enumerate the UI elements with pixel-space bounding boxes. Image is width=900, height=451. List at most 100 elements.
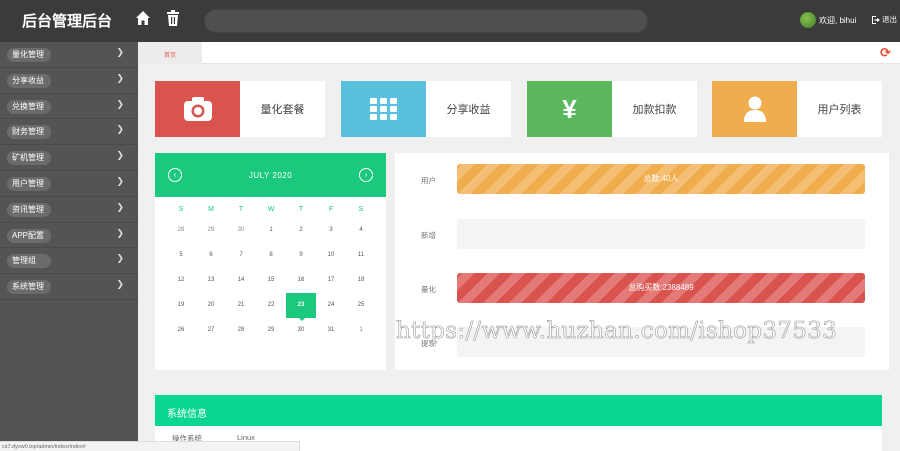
calendar-day[interactable]: 1: [256, 218, 286, 243]
sidebar-item-label: 量化管理: [7, 48, 51, 62]
calendar-day[interactable]: 6: [196, 243, 226, 268]
calendar-day[interactable]: 30: [286, 318, 316, 343]
next-month-button[interactable]: ›: [359, 168, 373, 182]
prev-month-button[interactable]: ‹: [168, 168, 182, 182]
sidebar-item-users[interactable]: 用户管理 ❯: [0, 171, 138, 197]
calendar-grid: S M T W T F S 28 29 30 1 2 3 4 5 6 7 8 9 10 11 12 13 14 15 16 17 18…: [166, 201, 386, 343]
chevron-right-icon: ❯: [116, 253, 124, 264]
calendar-day[interactable]: 28: [166, 218, 196, 243]
calendar-day[interactable]: 21: [226, 293, 256, 318]
calendar-day[interactable]: 30: [226, 218, 256, 243]
calendar-day[interactable]: 1: [346, 318, 376, 343]
yen-icon: ¥: [527, 81, 612, 137]
calendar-day[interactable]: 19: [166, 293, 196, 318]
home-icon[interactable]: [134, 10, 152, 28]
calendar-day[interactable]: 29: [256, 318, 286, 343]
sidebar-item-label: 用户管理: [7, 176, 51, 191]
card-add-deduct[interactable]: ¥ 加款扣款: [527, 81, 697, 137]
chevron-right-icon: ❯: [116, 150, 124, 161]
sidebar-item-share-income[interactable]: 分享收益 ❯: [0, 68, 138, 94]
sidebar-item-system[interactable]: 系统管理 ❯: [0, 274, 138, 300]
status-url: cs7.dyxw0.top/admin/index/index#: [0, 441, 300, 451]
calendar-day[interactable]: 25: [346, 293, 376, 318]
calendar-day[interactable]: 29: [196, 218, 226, 243]
calendar-day[interactable]: 17: [316, 268, 346, 293]
sidebar-item-label: 系统管理: [7, 280, 51, 295]
calendar-day[interactable]: 8: [256, 243, 286, 268]
bar-fill: 总购买数:2388489: [457, 273, 865, 303]
camera-icon: [155, 81, 240, 137]
calendar-day[interactable]: 9: [286, 243, 316, 268]
grid-icon: [341, 81, 426, 137]
calendar-day[interactable]: 12: [166, 268, 196, 293]
top-header: 后台管理后台 欢迎, bihui 退出: [0, 0, 900, 42]
avatar: [800, 12, 816, 28]
sidebar-item-miner[interactable]: 矿机管理 ❯: [0, 145, 138, 171]
calendar-day[interactable]: 18: [346, 268, 376, 293]
chevron-right-icon: ❯: [116, 72, 124, 83]
calendar-day[interactable]: 7: [226, 243, 256, 268]
sidebar-item-admin-group[interactable]: 管理组 ❯: [0, 248, 138, 275]
sidebar-item-news[interactable]: 资讯管理 ❯: [0, 197, 138, 223]
card-quant-package[interactable]: 量化套餐: [155, 81, 325, 137]
calendar-day[interactable]: 27: [196, 318, 226, 343]
user-info[interactable]: 欢迎, bihui: [800, 12, 856, 28]
chevron-right-icon: ❯: [116, 47, 124, 57]
bar-fill: 总数:40人: [457, 164, 865, 194]
sidebar-item-app-config[interactable]: APP配置 ❯: [0, 223, 138, 249]
sidebar-item-label: 财务管理: [7, 125, 51, 140]
weekday-label: T: [238, 206, 244, 213]
chevron-right-icon: ❯: [116, 124, 124, 135]
calendar-day[interactable]: 20: [196, 293, 226, 318]
app-title: 后台管理后台: [22, 13, 113, 30]
trash-icon[interactable]: [164, 10, 182, 28]
calendar-day[interactable]: 24: [316, 293, 346, 318]
calendar-day[interactable]: 3: [316, 218, 346, 243]
calendar-day[interactable]: 22: [256, 293, 286, 318]
calendar-day[interactable]: 10: [316, 243, 346, 268]
sidebar-item-label: 管理组: [7, 254, 51, 269]
logout-icon: [872, 15, 880, 24]
tab-home[interactable]: 首页: [138, 42, 202, 64]
calendar-day[interactable]: 16: [286, 268, 316, 293]
calendar-day[interactable]: 2: [286, 218, 316, 243]
calendar-day[interactable]: 15: [256, 268, 286, 293]
calendar-day[interactable]: 26: [166, 318, 196, 343]
calendar-day[interactable]: 31: [316, 318, 346, 343]
card-share-income[interactable]: 分享收益: [341, 81, 511, 137]
sidebar-item-exchange[interactable]: 兑换管理 ❯: [0, 94, 138, 120]
sidebar-item-finance[interactable]: 财务管理 ❯: [0, 119, 138, 146]
logout-label: 退出: [882, 15, 897, 24]
calendar-today[interactable]: 23: [286, 293, 316, 321]
chevron-right-icon: ❯: [116, 98, 124, 109]
weekday-label: M: [208, 206, 214, 213]
card-label: 加款扣款: [632, 104, 677, 116]
weekday-label: W: [267, 206, 275, 213]
calendar-day[interactable]: 4: [346, 218, 376, 243]
calendar-day[interactable]: 13: [196, 268, 226, 293]
sidebar-item-label: 矿机管理: [7, 151, 51, 166]
sidebar-item-label: APP配置: [7, 228, 51, 243]
search-input[interactable]: [204, 9, 648, 33]
logout-button[interactable]: 退出: [872, 14, 897, 25]
stat-label: 量化: [421, 285, 436, 294]
user-icon: [712, 81, 797, 137]
tab-bar: 首页 ⟳: [138, 42, 900, 64]
sidebar-item-quant[interactable]: 量化管理 ❯: [0, 42, 138, 68]
user-count-bar: 总数:40人: [457, 164, 865, 194]
calendar-day[interactable]: 5: [166, 243, 196, 268]
weekday-label: F: [328, 206, 334, 213]
sidebar-item-label: 兑换管理: [7, 99, 51, 114]
calendar-day[interactable]: 28: [226, 318, 256, 343]
sidebar-item-label: 分享收益: [7, 73, 51, 88]
refresh-icon[interactable]: ⟳: [880, 45, 894, 60]
card-label: 用户列表: [817, 104, 862, 116]
weekday-label: T: [298, 206, 304, 213]
calendar-day[interactable]: 11: [346, 243, 376, 268]
stat-label: 用户: [421, 176, 436, 185]
user-greeting: 欢迎, bihui: [819, 15, 857, 25]
card-user-list[interactable]: 用户列表: [712, 81, 882, 137]
stat-label: 新增: [421, 231, 436, 240]
calendar-day[interactable]: 14: [226, 268, 256, 293]
watermark: https://www.huzhan.com/ishop37533: [396, 318, 838, 345]
